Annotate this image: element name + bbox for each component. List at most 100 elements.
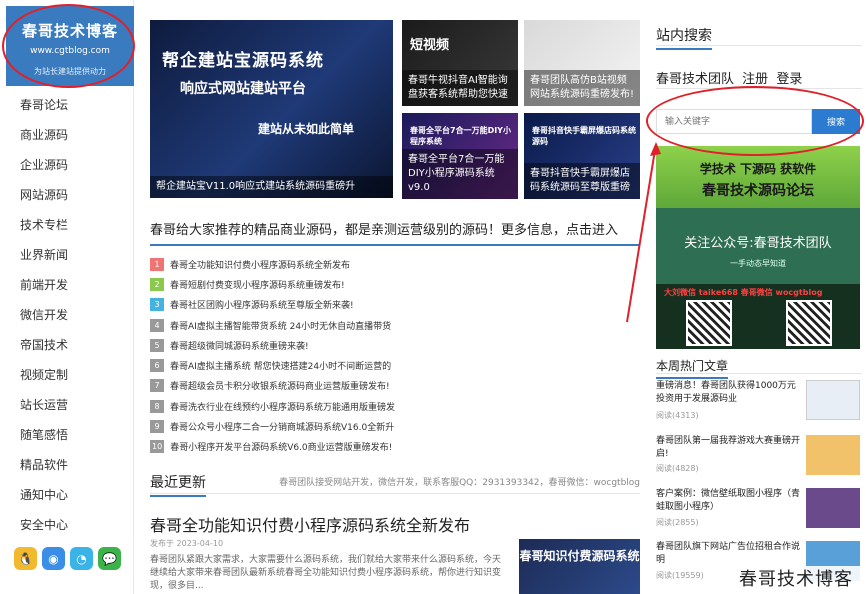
hot-article[interactable]: 春哥团队第一届我荐游戏大赛重磅开启! 阅读(4828) bbox=[656, 435, 862, 480]
list-item[interactable]: 1 春哥全功能知识付费小程序源码系统全新发布 bbox=[150, 254, 640, 274]
list-item-text: 春哥全功能知识付费小程序源码系统全新发布 bbox=[170, 260, 351, 271]
featured-card[interactable]: 春哥团队高仿B站视频网站系统源码重磅发布! bbox=[524, 20, 640, 106]
list-item[interactable]: 7 春哥超级会员卡积分收银系统源码商业运营版重磅发布! bbox=[150, 376, 640, 396]
card-caption: 春哥全平台7合一万能DIY小程序源码系统v9.0 bbox=[402, 149, 518, 199]
sidebar-item-security[interactable]: 安全中心 bbox=[0, 510, 134, 540]
sidebar-item-essays[interactable]: 随笔感悟 bbox=[0, 420, 134, 450]
list-item-text: 春哥超级微同城源码系统重磅来袭! bbox=[170, 341, 309, 352]
hot-article-thumbnail bbox=[806, 435, 860, 475]
banner-caption: 帮企建站宝V11.0响应式建站系统源码重磅升 bbox=[150, 176, 393, 198]
promo-line: 一手动态早知道 bbox=[730, 259, 786, 268]
watermark: 春哥技术博客 bbox=[726, 566, 866, 594]
hot-article-thumbnail bbox=[806, 380, 860, 420]
list-item-text: 春哥公众号小程序二合一分销商城源码系统V16.0全新升 bbox=[170, 423, 395, 434]
list-item[interactable]: 6 春哥AI虚拟主播系统 帮您快速搭建24小时不间断运营的 bbox=[150, 355, 640, 375]
banner-tagline: 建站从未如此简单 bbox=[258, 122, 355, 136]
sidebar-item-software[interactable]: 精品软件 bbox=[0, 450, 134, 480]
search-section-title: 站内搜索 bbox=[656, 25, 712, 50]
logo-url: www.cgtblog.com bbox=[30, 46, 110, 56]
article-excerpt: 春哥团队紧跟大家需求，大家需要什么源码系统，我们就给大家带来什么源码系统，今天继… bbox=[150, 555, 502, 591]
article-date: 发布于 2023-04-10 bbox=[150, 539, 224, 548]
featured-card[interactable]: 春哥抖音快手霸屏爆店码系统源码 春哥抖音快手霸屏爆店码系统源码至尊版重磅 bbox=[524, 113, 640, 199]
card-image-text: 春哥全平台7合一万能DIY小程序系统 bbox=[410, 126, 511, 146]
logo-title: 春哥技术博客 bbox=[21, 22, 118, 40]
divider bbox=[656, 88, 862, 89]
recommend-heading[interactable]: 春哥给大家推荐的精品商业源码，都是亲测运营级别的源码！更多信息，点击进入 bbox=[150, 219, 640, 246]
promo-top: 学技术 下源码 获软件 春哥技术源码论坛 bbox=[656, 146, 860, 208]
rank-badge: 9 bbox=[150, 420, 164, 434]
list-item[interactable]: 8 春哥洗衣行业在线预约小程序源码系统万能通用版重磅发 bbox=[150, 396, 640, 416]
banner-subheadline: 响应式网站建站平台 bbox=[180, 81, 306, 97]
recent-header: 最近更新 春哥团队接受网站开发，微信开发，联系客服QQ：2931393342，春… bbox=[150, 472, 640, 497]
hot-article-title: 春哥团队第一届我荐游戏大赛重磅开启! bbox=[656, 436, 801, 459]
article-thumbnail[interactable]: 春哥知识付费源码系统 bbox=[519, 539, 640, 594]
sidebar-item-commercial-source[interactable]: 商业源码 bbox=[0, 120, 134, 150]
promo-line: 春哥技术源码论坛 bbox=[702, 183, 814, 199]
list-item[interactable]: 3 春哥社区团购小程序源码系统至尊版全新来袭! bbox=[150, 295, 640, 315]
page: 春哥技术博客 www.cgtblog.com 为站长建站提供动力 春哥论坛 商业… bbox=[0, 0, 866, 594]
promo-middle: 关注公众号:春哥技术团队 一手动态早知道 bbox=[656, 208, 860, 284]
rank-badge: 2 bbox=[150, 277, 164, 291]
featured-card[interactable]: 短视频 春哥牛视抖音AI智能询盘获客系统帮助您快速 bbox=[402, 20, 518, 106]
promo-line: 关注公众号:春哥技术团队 bbox=[684, 236, 832, 251]
featured-banner[interactable]: 帮企建站宝源码系统 响应式网站建站平台 建站从未如此简单 帮企建站宝V11.0响… bbox=[150, 20, 393, 198]
sidebar-item-industry-news[interactable]: 业界新闻 bbox=[0, 240, 134, 270]
left-sidebar: 春哥技术博客 www.cgtblog.com 为站长建站提供动力 春哥论坛 商业… bbox=[0, 0, 134, 594]
rank-badge: 6 bbox=[150, 359, 164, 373]
list-item-text: 春哥AI虚拟主播智能带货系统 24小时无休自动直播带货 bbox=[170, 321, 392, 332]
sidebar-item-tech-column[interactable]: 技术专栏 bbox=[0, 210, 134, 240]
qq-icon[interactable]: 🐧 bbox=[14, 547, 37, 570]
list-item-text: 春哥洗衣行业在线预约小程序源码系统万能通用版重磅发 bbox=[170, 402, 396, 413]
card-image-text: 春哥抖音快手霸屏爆店码系统源码 bbox=[532, 126, 636, 146]
read-count: 阅读(2855) bbox=[656, 518, 699, 527]
hot-article[interactable]: 重磅消息！春哥团队获得1000万元投资用于发展源码业 阅读(4313) bbox=[656, 380, 862, 425]
sidebar-item-video-custom[interactable]: 视频定制 bbox=[0, 360, 134, 390]
list-item-text: 春哥短剧付费变现小程序源码系统重磅发布! bbox=[170, 280, 345, 291]
logo-slogan: 为站长建站提供动力 bbox=[34, 67, 106, 76]
sidebar-item-enterprise-source[interactable]: 企业源码 bbox=[0, 150, 134, 180]
sidebar-item-forum[interactable]: 春哥论坛 bbox=[0, 90, 134, 120]
list-item[interactable]: 4 春哥AI虚拟主播智能带货系统 24小时无休自动直播带货 bbox=[150, 315, 640, 335]
search-button[interactable]: 搜索 bbox=[812, 109, 860, 134]
promo-banner[interactable]: 学技术 下源码 获软件 春哥技术源码论坛 关注公众号:春哥技术团队 一手动态早知… bbox=[656, 146, 860, 349]
recommend-list: 1 春哥全功能知识付费小程序源码系统全新发布 2 春哥短剧付费变现小程序源码系统重磅… bbox=[150, 254, 640, 457]
list-item[interactable]: 2 春哥短剧付费变现小程序源码系统重磅发布! bbox=[150, 274, 640, 294]
promo-contact: 大刘微信 taike668 春哥微信 wocgtblog bbox=[664, 288, 823, 297]
sidebar-nav: 春哥论坛 商业源码 企业源码 网站源码 技术专栏 业界新闻 前端开发 微信开发 … bbox=[0, 90, 134, 540]
list-item[interactable]: 10 春哥小程序开发平台源码系统V6.0商业运营版重磅发布! bbox=[150, 437, 640, 457]
sidebar-item-website-source[interactable]: 网站源码 bbox=[0, 180, 134, 210]
card-caption: 春哥团队高仿B站视频网站系统源码重磅发布! bbox=[524, 70, 640, 106]
sidebar-item-frontend[interactable]: 前端开发 bbox=[0, 270, 134, 300]
sidebar-item-empire-tech[interactable]: 帝国技术 bbox=[0, 330, 134, 360]
sidebar-item-webmaster-ops[interactable]: 站长运营 bbox=[0, 390, 134, 420]
divider bbox=[656, 45, 862, 46]
site-logo[interactable]: 春哥技术博客 www.cgtblog.com 为站长建站提供动力 bbox=[6, 6, 134, 86]
wechat-icon[interactable]: 💬 bbox=[98, 547, 121, 570]
rank-badge: 10 bbox=[150, 440, 165, 454]
promo-line: 学技术 下源码 获软件 bbox=[699, 162, 817, 176]
rank-badge: 5 bbox=[150, 338, 164, 352]
featured-card[interactable]: 春哥全平台7合一万能DIY小程序系统 春哥全平台7合一万能DIY小程序源码系统v… bbox=[402, 113, 518, 199]
login-link[interactable]: 登录 bbox=[776, 72, 802, 87]
weibo-icon[interactable]: ◉ bbox=[42, 547, 65, 570]
register-link[interactable]: 注册 bbox=[742, 72, 768, 87]
search-input[interactable] bbox=[656, 109, 812, 134]
tencent-weibo-icon[interactable]: ◔ bbox=[70, 547, 93, 570]
card-caption: 春哥抖音快手霸屏爆店码系统源码至尊版重磅 bbox=[524, 163, 640, 199]
list-item-text: 春哥小程序开发平台源码系统V6.0商业运营版重磅发布! bbox=[170, 443, 393, 454]
hot-article[interactable]: 客户案例：微信壁纸取图小程序（青蛙取图小程序） 阅读(2855) bbox=[656, 488, 862, 533]
card-image-text: 短视频 bbox=[410, 38, 450, 53]
sidebar-item-wechat-dev[interactable]: 微信开发 bbox=[0, 300, 134, 330]
social-links: 🐧 ◉ ◔ 💬 bbox=[14, 547, 121, 570]
rank-badge: 7 bbox=[150, 379, 164, 393]
sidebar-item-notices[interactable]: 通知中心 bbox=[0, 480, 134, 510]
banner-headline: 帮企建站宝源码系统 bbox=[162, 51, 324, 71]
promo-bottom: 大刘微信 taike668 春哥微信 wocgtblog bbox=[656, 284, 860, 349]
read-count: 阅读(4828) bbox=[656, 464, 699, 473]
article-title[interactable]: 春哥全功能知识付费小程序源码系统全新发布 bbox=[150, 512, 470, 536]
list-item[interactable]: 9 春哥公众号小程序二合一分销商城源码系统V16.0全新升 bbox=[150, 416, 640, 436]
list-item[interactable]: 5 春哥超级微同城源码系统重磅来袭! bbox=[150, 335, 640, 355]
list-item-text: 春哥超级会员卡积分收银系统源码商业运营版重磅发布! bbox=[170, 382, 390, 393]
rank-badge: 3 bbox=[150, 298, 164, 312]
hot-article-thumbnail bbox=[806, 488, 860, 528]
